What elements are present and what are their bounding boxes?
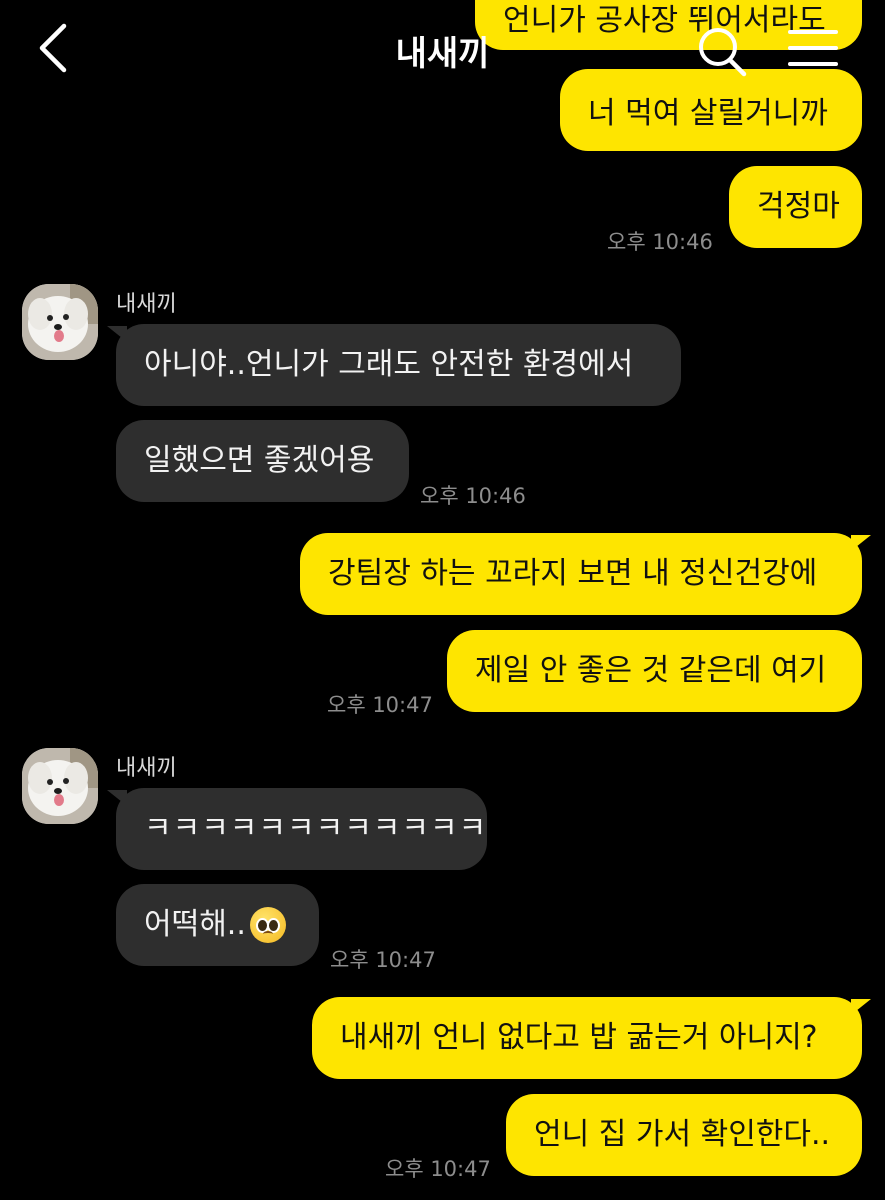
- message-timestamp: 오후 10:47: [385, 1157, 491, 1181]
- search-icon: [699, 28, 747, 77]
- message-text: 제일 안 좋은 것 같은데 여기: [475, 653, 827, 688]
- message-timestamp: 오후 10:47: [327, 693, 433, 717]
- message-text: 걱정마: [757, 189, 840, 224]
- message-text: 언니 집 가서 확인한다..: [534, 1117, 831, 1152]
- their-message-bubble[interactable]: 일했으면 좋겠어용: [116, 420, 409, 502]
- dog-photo: [22, 284, 98, 360]
- chat-header: 내새끼: [0, 0, 885, 100]
- their-message-bubble[interactable]: 아니야..언니가 그래도 안전한 환경에서: [107, 324, 681, 406]
- my-message-bubble[interactable]: 걱정마: [729, 166, 862, 248]
- sender-name: 내새끼: [116, 756, 177, 781]
- message-timestamp: 오후 10:46: [420, 484, 526, 508]
- pleading-face-emoji: [249, 907, 286, 943]
- message-text: 너 먹여 살릴거니까: [588, 96, 828, 131]
- contact-avatar[interactable]: [22, 748, 98, 824]
- my-message-bubble[interactable]: 강팀장 하는 꼬라지 보면 내 정신건강에: [300, 533, 871, 615]
- my-message-bubble[interactable]: 언니 집 가서 확인한다..: [506, 1094, 862, 1176]
- message-text: 아니야..언니가 그래도 안전한 환경에서: [144, 347, 634, 382]
- message-text: 일했으면 좋겠어용: [144, 443, 375, 478]
- my-message-bubble[interactable]: 제일 안 좋은 것 같은데 여기: [447, 630, 862, 712]
- message-text: ㅋㅋㅋㅋㅋㅋㅋㅋㅋㅋㅋㅋ: [144, 811, 488, 846]
- their-message-bubble[interactable]: ㅋㅋㅋㅋㅋㅋㅋㅋㅋㅋㅋㅋ: [107, 788, 488, 870]
- sender-name: 내새끼: [116, 292, 177, 317]
- chat-title: 내새끼: [395, 34, 490, 74]
- my-message-bubble[interactable]: 내새끼 언니 없다고 밥 굶는거 아니지?: [312, 997, 871, 1079]
- message-timestamp: 오후 10:47: [330, 948, 436, 972]
- dog-photo: [22, 748, 98, 824]
- hamburger-menu-icon: [788, 30, 838, 66]
- message-text: 내새끼 언니 없다고 밥 굶는거 아니지?: [340, 1020, 818, 1055]
- message-timestamp: 오후 10:46: [607, 230, 713, 254]
- message-text: 강팀장 하는 꼬라지 보면 내 정신건강에: [328, 556, 818, 591]
- message-text: 어떡해..: [144, 907, 246, 942]
- their-message-bubble[interactable]: 어떡해..: [116, 884, 319, 966]
- search-button[interactable]: [692, 22, 752, 78]
- contact-avatar[interactable]: [22, 284, 98, 360]
- menu-button[interactable]: [786, 24, 842, 74]
